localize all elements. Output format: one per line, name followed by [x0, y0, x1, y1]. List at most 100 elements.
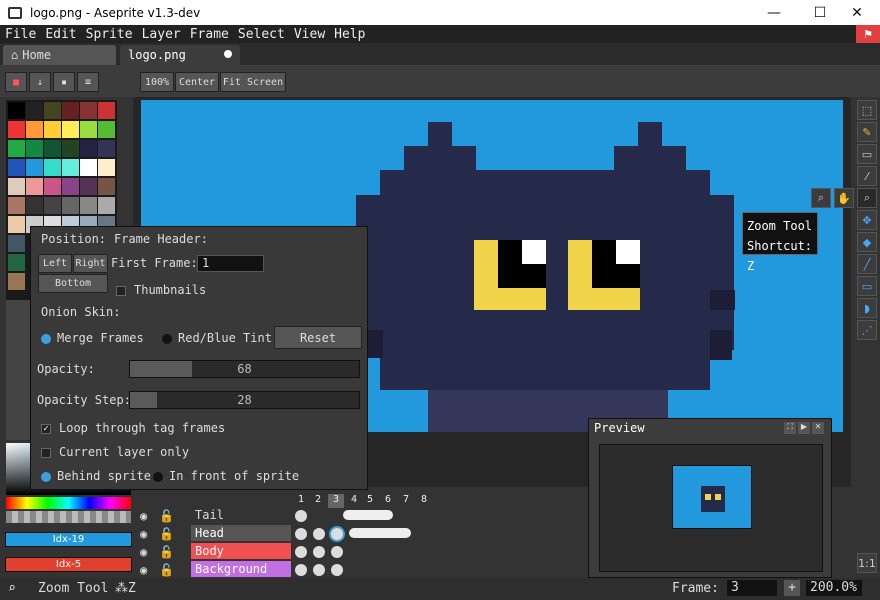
- linked-cels-head[interactable]: [349, 528, 411, 538]
- red-blue-tint-radio[interactable]: Red/Blue Tint: [162, 331, 272, 345]
- reset-button[interactable]: Reset: [274, 326, 362, 349]
- layer-name[interactable]: Tail: [191, 507, 291, 523]
- contour-icon[interactable]: ◗: [857, 298, 877, 318]
- frame-number[interactable]: 6: [380, 494, 396, 508]
- cel[interactable]: [295, 546, 307, 558]
- layer-row-body[interactable]: ◉ 🔓 Body: [133, 543, 433, 560]
- minimize-button[interactable]: —: [751, 0, 797, 25]
- opacity-slider[interactable]: 68: [129, 360, 360, 378]
- zoom-input[interactable]: 200.0%: [806, 580, 862, 596]
- tab-home[interactable]: ⌂ Home: [3, 45, 116, 65]
- background-color[interactable]: Idx-5: [5, 557, 132, 572]
- merge-frames-radio[interactable]: Merge Frames: [41, 331, 144, 345]
- position-left-button[interactable]: Left: [38, 254, 72, 273]
- move-icon[interactable]: ✥: [857, 210, 877, 230]
- cel[interactable]: [331, 546, 343, 558]
- frame-number[interactable]: 5: [362, 494, 378, 508]
- menu-file[interactable]: File: [5, 27, 36, 42]
- cel-selected[interactable]: [331, 528, 343, 540]
- first-frame-input[interactable]: 1: [197, 255, 264, 272]
- menu-sprite[interactable]: Sprite: [86, 27, 133, 42]
- thumbnails-checkbox[interactable]: Thumbnails: [116, 283, 206, 297]
- frame-number[interactable]: 7: [398, 494, 414, 508]
- opacity-step-slider[interactable]: 28: [129, 391, 360, 409]
- layer-name[interactable]: Head: [191, 525, 291, 541]
- fit-preview-icon[interactable]: ⛶: [784, 422, 796, 434]
- layer-row-background[interactable]: ◉ 🔓 Background: [133, 561, 433, 578]
- layer-name[interactable]: Background: [191, 561, 291, 577]
- loop-check-icon[interactable]: ✓: [41, 423, 51, 434]
- frame-number[interactable]: 4: [346, 494, 362, 508]
- menu-help[interactable]: Help: [334, 27, 365, 42]
- page-icon[interactable]: ▪: [53, 72, 75, 92]
- cel[interactable]: [295, 510, 307, 522]
- frame-number[interactable]: 8: [416, 494, 432, 508]
- blur-icon[interactable]: ⋰: [857, 320, 877, 340]
- menu-frame[interactable]: Frame: [190, 27, 229, 42]
- cel[interactable]: [313, 564, 325, 576]
- zoom-tool-icon[interactable]: ⌕: [857, 188, 877, 208]
- loop-tag-frames-checkbox[interactable]: ✓ Loop through tag frames: [41, 421, 225, 435]
- cel[interactable]: [295, 564, 307, 576]
- fill-icon[interactable]: ◆: [857, 232, 877, 252]
- play-preview-icon[interactable]: ▶: [798, 422, 810, 434]
- frame-number[interactable]: 2: [310, 494, 326, 508]
- eraser-icon[interactable]: ▭: [857, 144, 877, 164]
- foreground-color[interactable]: Idx-19: [5, 532, 132, 547]
- behind-sprite-radio[interactable]: Behind sprite: [41, 469, 151, 483]
- position-right-button[interactable]: Right: [73, 254, 108, 273]
- behind-radio-icon[interactable]: [41, 471, 51, 482]
- marquee-icon[interactable]: ⬚: [857, 100, 877, 120]
- layer-name[interactable]: Body: [191, 543, 291, 559]
- lock-layer-icon[interactable]: 🔓: [159, 563, 174, 577]
- add-frame-button[interactable]: +: [784, 580, 800, 596]
- pixel-ratio-icon[interactable]: 1:1: [857, 553, 877, 573]
- menu-lines-icon[interactable]: ≡: [77, 72, 99, 92]
- eye-icon[interactable]: ◉: [140, 509, 147, 523]
- zoom-icon[interactable]: ⌕: [811, 188, 831, 208]
- tab-logo[interactable]: logo.png: [120, 45, 240, 65]
- line-icon[interactable]: ╱: [857, 254, 877, 274]
- cel[interactable]: [313, 546, 325, 558]
- close-button[interactable]: ✕: [834, 0, 880, 25]
- hand-icon[interactable]: ✋: [834, 188, 854, 208]
- current-layer-check-box[interactable]: [41, 447, 51, 458]
- hue-slider[interactable]: [6, 497, 131, 509]
- front-sprite-radio[interactable]: In front of sprite: [153, 469, 299, 483]
- eye-icon[interactable]: ◉: [140, 563, 147, 577]
- news-flag-icon[interactable]: ⚑: [856, 25, 880, 43]
- position-bottom-button[interactable]: Bottom: [38, 274, 108, 293]
- pencil-icon[interactable]: ✎: [857, 122, 877, 142]
- frame-input[interactable]: 3: [727, 580, 777, 596]
- fit-screen-button[interactable]: Fit Screen: [220, 72, 286, 92]
- current-layer-checkbox[interactable]: Current layer only: [41, 445, 189, 459]
- alpha-slider[interactable]: [6, 511, 131, 523]
- download-icon[interactable]: ↓: [29, 72, 51, 92]
- lock-layer-icon[interactable]: 🔓: [159, 509, 174, 523]
- lock-layer-icon[interactable]: 🔓: [159, 527, 174, 541]
- eye-icon[interactable]: ◉: [140, 545, 147, 559]
- cel[interactable]: [313, 528, 325, 540]
- menu-view[interactable]: View: [294, 27, 325, 42]
- tint-radio-icon[interactable]: [162, 333, 172, 344]
- front-radio-icon[interactable]: [153, 471, 163, 482]
- center-button[interactable]: Center: [175, 72, 219, 92]
- eye-icon[interactable]: ◉: [140, 527, 147, 541]
- cel[interactable]: [331, 564, 343, 576]
- menu-layer[interactable]: Layer: [142, 27, 181, 42]
- thumbnails-check-box[interactable]: [116, 285, 126, 296]
- menu-select[interactable]: Select: [238, 27, 285, 42]
- close-preview-icon[interactable]: ✕: [812, 422, 824, 434]
- lock-icon[interactable]: ■: [5, 72, 27, 92]
- eyedropper-icon[interactable]: ⁄: [857, 166, 877, 186]
- linked-cels-tail[interactable]: [343, 510, 393, 520]
- merge-radio-icon[interactable]: [41, 333, 51, 344]
- frame-number[interactable]: 1: [293, 494, 309, 508]
- rectangle-icon[interactable]: ▭: [857, 276, 877, 296]
- zoom-100-button[interactable]: 100%: [140, 72, 174, 92]
- lock-layer-icon[interactable]: 🔓: [159, 545, 174, 559]
- preview-window[interactable]: Preview ⛶ ▶ ✕: [588, 418, 832, 578]
- menu-edit[interactable]: Edit: [45, 27, 76, 42]
- frame-number-current[interactable]: 3: [328, 494, 344, 508]
- cel[interactable]: [295, 528, 307, 540]
